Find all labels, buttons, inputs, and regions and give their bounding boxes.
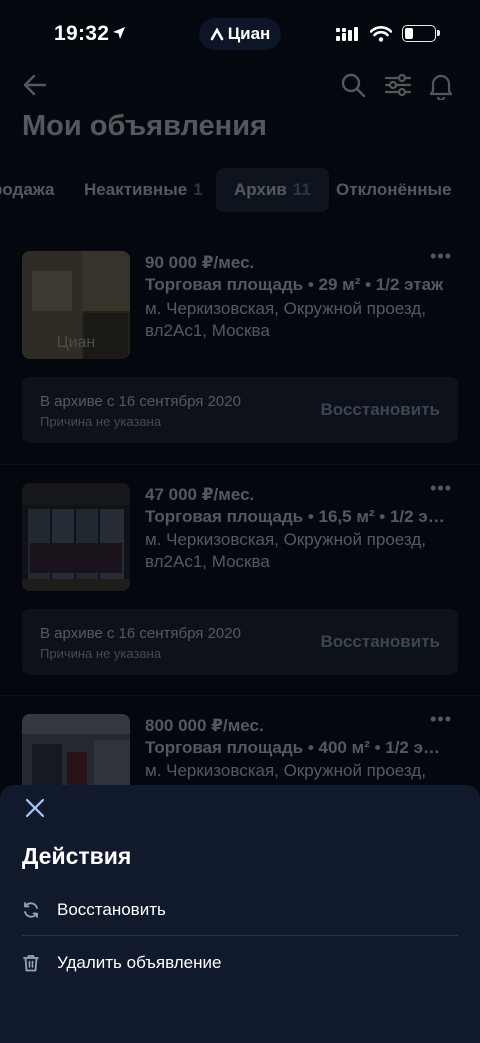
listing-photo[interactable] [22, 483, 130, 591]
page-title: Мои объявления [22, 110, 267, 142]
tab-inactive[interactable]: Неактивные 1 [84, 168, 203, 212]
listing-meta: Торговая площадь • 29 м² • 1/2 этаж [145, 275, 444, 294]
listing-address: м. Черкизовская, Окружной проезд, вл2Ас1… [145, 530, 426, 571]
divider [0, 695, 480, 696]
search-icon[interactable] [340, 72, 366, 98]
restore-button[interactable]: Восстановить [321, 632, 440, 652]
more-options-icon[interactable]: ••• [430, 246, 452, 267]
sheet-divider [22, 935, 458, 936]
tab-count: 11 [292, 180, 311, 199]
refresh-icon [22, 901, 40, 919]
more-options-icon[interactable]: ••• [430, 478, 452, 499]
delete-action-label: Удалить объявление [57, 953, 222, 972]
delete-action[interactable]: Удалить объявление [22, 937, 458, 989]
tab-label: Отклонённые [336, 180, 452, 199]
archive-reason: Причина не указана [40, 646, 162, 661]
tab-label: родажа [0, 180, 55, 199]
close-icon[interactable] [24, 797, 46, 819]
filters-icon[interactable] [384, 72, 412, 98]
listing-meta: Торговая площадь • 16,5 м² • 1/2 э… [145, 507, 445, 526]
archive-date: В архиве с 16 сентября 2020 [40, 625, 241, 642]
restore-action-label: Восстановить [57, 900, 166, 919]
archive-date: В архиве с 16 сентября 2020 [40, 393, 241, 410]
archive-info-box: В архиве с 16 сентября 2020 Причина не у… [22, 609, 458, 675]
listing-price: 800 000 ₽/мес. [145, 716, 264, 735]
tabs-row: родажа Неактивные 1 Архив 11 Отклонённые [0, 168, 480, 212]
tab-label: Неактивные [84, 180, 188, 199]
restore-action[interactable]: Восстановить [22, 884, 458, 936]
listing-photo[interactable]: Циан [22, 251, 130, 359]
archive-reason: Причина не указана [40, 414, 162, 429]
actions-sheet: Действия Восстановить Удалить объявление [0, 785, 480, 1043]
bell-icon[interactable] [428, 72, 454, 100]
tab-count: 1 [193, 180, 203, 199]
trash-icon [22, 954, 40, 972]
listing-price: 90 000 ₽/мес. [145, 253, 255, 272]
listing-address: м. Черкизовская, Окружной проезд, [145, 761, 426, 780]
divider [0, 464, 480, 465]
photo-watermark: Циан [57, 334, 96, 351]
listing-meta: Торговая площадь • 400 м² • 1/2 э… [145, 738, 440, 757]
more-options-icon[interactable]: ••• [430, 709, 452, 730]
restore-button[interactable]: Восстановить [321, 400, 440, 420]
archive-info-box: В архиве с 16 сентября 2020 Причина не у… [22, 377, 458, 443]
sheet-title: Действия [22, 843, 132, 869]
listing-price: 47 000 ₽/мес. [145, 485, 255, 504]
listing-address: м. Черкизовская, Окружной проезд, вл2Ас1… [145, 299, 426, 340]
top-nav [0, 70, 480, 100]
listing-photo[interactable] [22, 714, 130, 785]
back-arrow-icon[interactable] [22, 72, 48, 98]
tab-archive[interactable]: Архив 11 [216, 168, 329, 212]
tab-label: Архив [234, 180, 287, 199]
tab-sale[interactable]: родажа [0, 168, 55, 212]
tab-rejected[interactable]: Отклонённые [336, 168, 451, 212]
